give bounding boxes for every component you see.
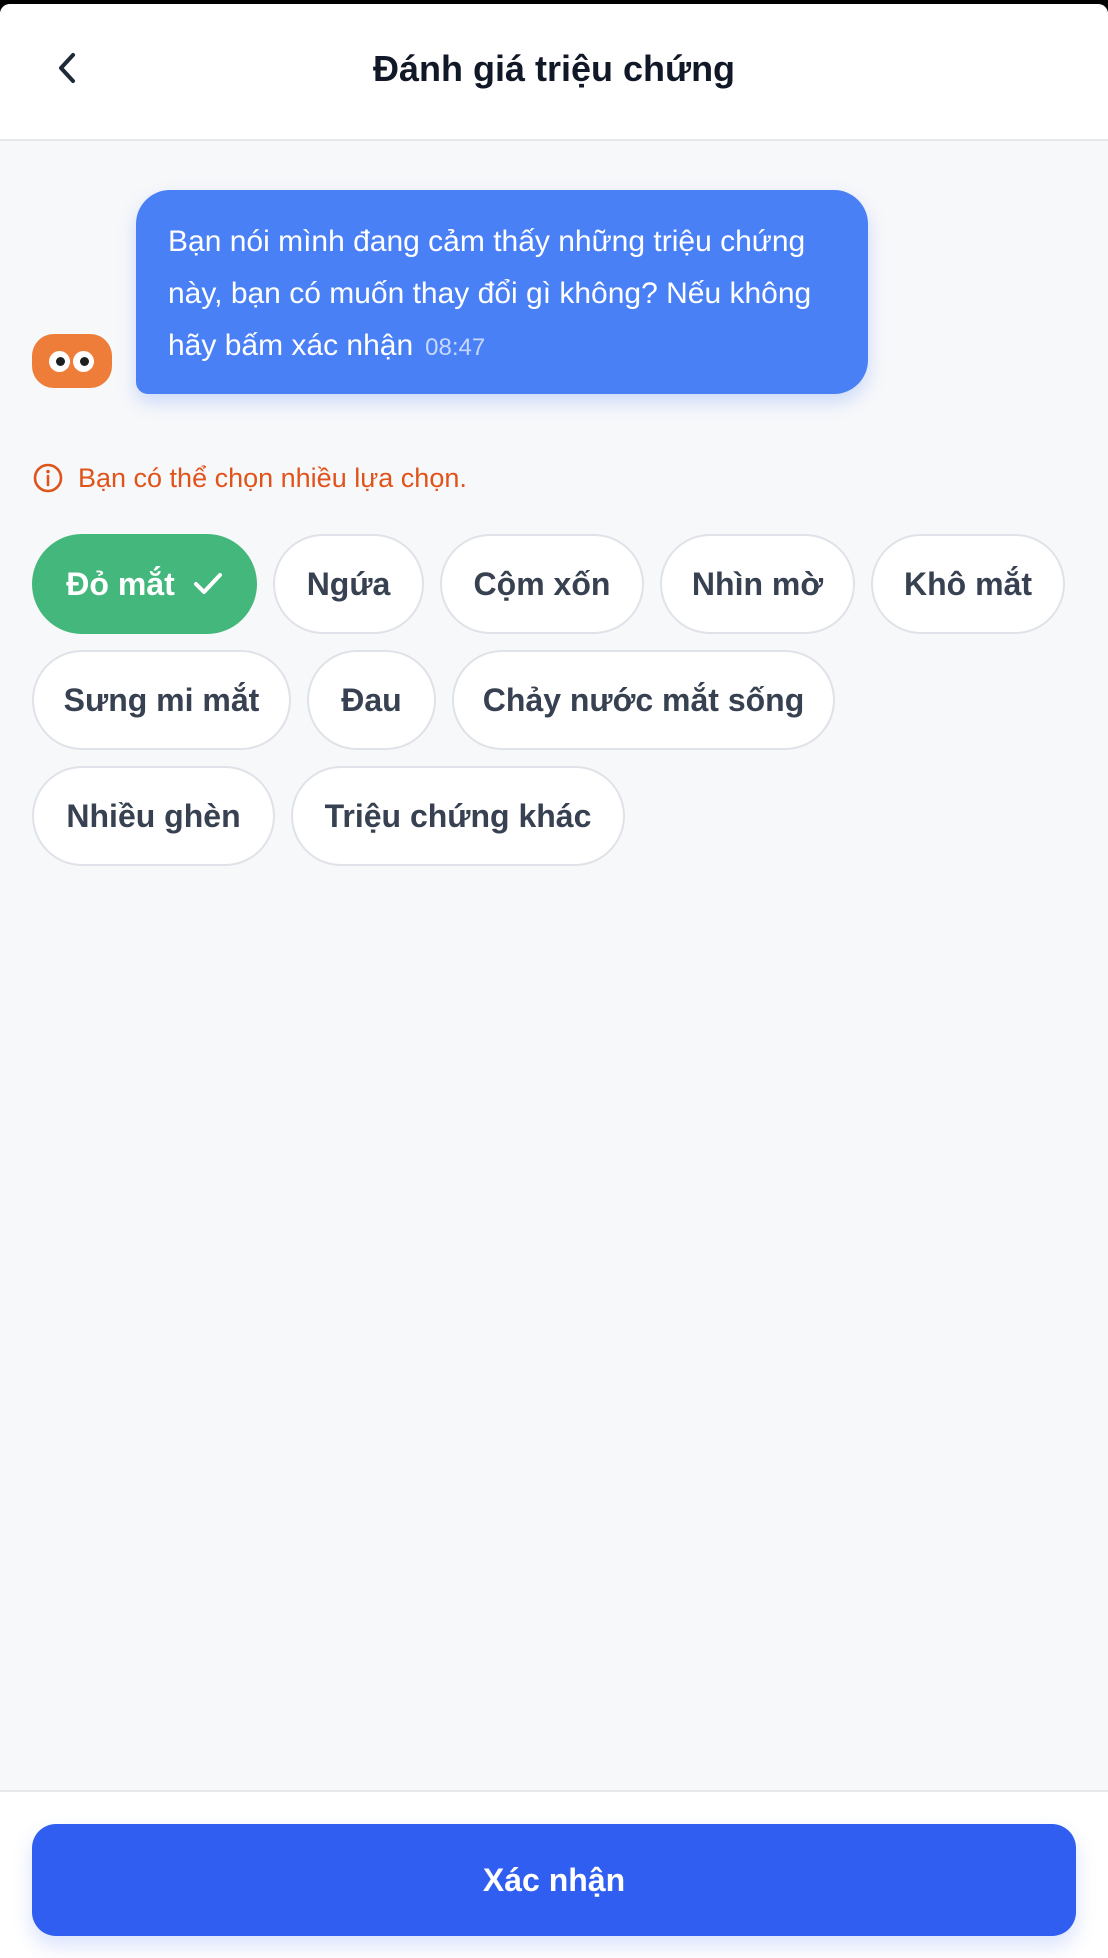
- symptom-chip-selected[interactable]: Đỏ mắt: [32, 534, 257, 634]
- app-header: Đánh giá triệu chứng: [0, 4, 1108, 141]
- chip-label: Nhiều ghèn: [66, 797, 241, 834]
- message-time: 08:47: [425, 334, 486, 361]
- symptom-chip[interactable]: Nhìn mờ: [660, 534, 855, 634]
- multi-select-hint: Bạn có thể chọn nhiều lựa chọn.: [32, 462, 467, 494]
- chip-label: Đau: [341, 681, 402, 718]
- symptom-chip[interactable]: Triệu chứng khác: [291, 766, 625, 866]
- symptom-chip[interactable]: Cộm xốn: [440, 534, 644, 634]
- hint-text: Bạn có thể chọn nhiều lựa chọn.: [78, 462, 467, 493]
- chip-label: Chảy nước mắt sống: [482, 681, 805, 718]
- chip-label: Cộm xốn: [473, 565, 611, 602]
- info-circle-icon: [33, 463, 63, 493]
- chip-label: Sưng mi mắt: [63, 681, 260, 718]
- avatar-eye-left: [49, 351, 70, 372]
- chip-label: Ngứa: [306, 565, 391, 602]
- screen: Đánh giá triệu chứng Bạn nói mình đang c…: [0, 4, 1108, 1958]
- message-text: Bạn nói mình đang cảm thấy những triệu c…: [168, 225, 812, 362]
- page-title: Đánh giá triệu chứng: [372, 48, 736, 89]
- footer-bar: Xác nhận: [0, 1790, 1108, 1958]
- symptom-chip[interactable]: Khô mắt: [871, 534, 1065, 634]
- symptom-chip[interactable]: Nhiều ghèn: [32, 766, 275, 866]
- symptom-chip[interactable]: Sưng mi mắt: [32, 650, 291, 750]
- check-icon: [193, 573, 222, 594]
- bot-message-bubble: Bạn nói mình đang cảm thấy những triệu c…: [136, 190, 868, 394]
- chip-label: Đỏ mắt: [66, 565, 175, 602]
- chip-label: Khô mắt: [904, 565, 1032, 602]
- chip-label: Nhìn mờ: [691, 565, 824, 602]
- chip-label: Triệu chứng khác: [324, 797, 592, 834]
- confirm-button[interactable]: Xác nhận: [32, 1824, 1076, 1936]
- symptom-chip[interactable]: Đau: [307, 650, 436, 750]
- bot-avatar: [32, 334, 112, 388]
- symptom-chip[interactable]: Ngứa: [273, 534, 424, 634]
- symptom-chip[interactable]: Chảy nước mắt sống: [452, 650, 835, 750]
- avatar-eye-right: [73, 351, 94, 372]
